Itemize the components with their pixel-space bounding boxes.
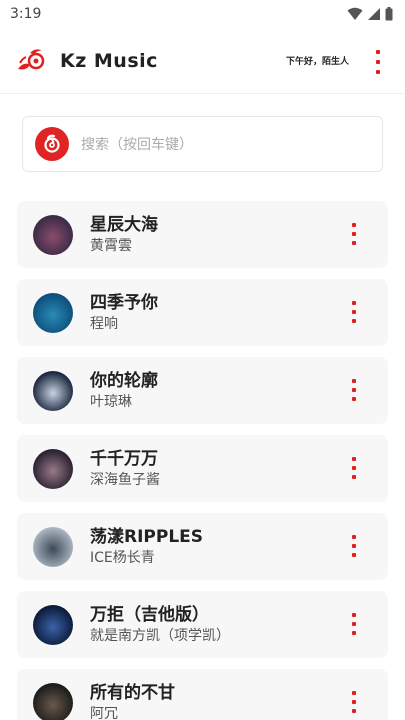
song-list-item[interactable]: 四季予你 程响 bbox=[17, 279, 388, 346]
song-list-item[interactable]: 荡漾RIPPLES ICE杨长青 bbox=[17, 513, 388, 580]
more-dots-icon bbox=[352, 544, 356, 548]
more-dots-icon bbox=[352, 388, 356, 392]
more-dots-icon bbox=[352, 223, 356, 227]
song-title: 你的轮廓 bbox=[90, 370, 158, 391]
song-list-item[interactable]: 星辰大海 黄霄雲 bbox=[17, 201, 388, 268]
album-cover bbox=[33, 448, 73, 489]
more-dots-icon bbox=[352, 232, 356, 236]
more-dots-icon bbox=[376, 70, 380, 74]
album-cover bbox=[33, 526, 73, 567]
song-title: 星辰大海 bbox=[90, 214, 158, 235]
search-input[interactable]: 搜索（按回车键） bbox=[22, 116, 383, 172]
more-dots-icon bbox=[352, 535, 356, 539]
song-artist: 深海鱼子酱 bbox=[90, 471, 160, 488]
song-text: 所有的不甘 阿冗 bbox=[90, 682, 175, 720]
song-text: 千千万万 深海鱼子酱 bbox=[90, 448, 160, 490]
song-text: 荡漾RIPPLES ICE杨长青 bbox=[90, 526, 203, 568]
song-title: 荡漾RIPPLES bbox=[90, 526, 204, 547]
wifi-icon bbox=[347, 7, 363, 20]
search-placeholder: 搜索（按回车键） bbox=[81, 137, 193, 153]
song-text: 星辰大海 黄霄雲 bbox=[90, 214, 158, 256]
song-more-button[interactable] bbox=[350, 379, 358, 401]
greeting-text: 下午好，陌生人 bbox=[285, 57, 349, 67]
more-dots-icon bbox=[352, 622, 356, 626]
song-title: 四季予你 bbox=[90, 292, 158, 313]
app-logo-icon bbox=[18, 48, 45, 69]
more-menu-button[interactable] bbox=[371, 50, 385, 74]
more-dots-icon bbox=[352, 613, 356, 617]
song-artist: ICE杨长青 bbox=[90, 549, 155, 566]
search-section: 搜索（按回车键） bbox=[0, 94, 405, 172]
song-more-button[interactable] bbox=[350, 301, 358, 323]
song-list-item[interactable]: 万拒（吉他版） 就是南方凯（项学凯） bbox=[17, 591, 388, 658]
song-title: 所有的不甘 bbox=[90, 682, 175, 703]
album-cover bbox=[33, 214, 73, 255]
app-header: Kz Music 下午好，陌生人 bbox=[0, 28, 405, 94]
song-list: 星辰大海黄霄雲四季予你程响你的轮廓叶琼琳千千万万深海鱼子酱荡漾RIPPLES IC… bbox=[17, 201, 388, 720]
song-artist: 就是南方凯（项学凯） bbox=[90, 627, 230, 644]
song-title: 千千万万 bbox=[90, 448, 158, 469]
cell-signal-icon bbox=[368, 8, 380, 20]
song-more-button[interactable] bbox=[350, 223, 358, 245]
song-text: 你的轮廓 叶琼琳 bbox=[90, 370, 158, 412]
more-dots-icon bbox=[376, 50, 380, 54]
more-dots-icon bbox=[352, 457, 356, 461]
more-dots-icon bbox=[352, 691, 356, 695]
more-dots-icon bbox=[352, 301, 356, 305]
song-list-item[interactable]: 所有的不甘 阿冗 bbox=[17, 669, 388, 720]
more-dots-icon bbox=[352, 475, 356, 479]
album-cover bbox=[33, 292, 73, 333]
more-dots-icon bbox=[352, 466, 356, 470]
album-cover bbox=[33, 370, 73, 411]
battery-icon bbox=[385, 7, 393, 21]
song-more-button[interactable] bbox=[350, 457, 358, 479]
album-cover bbox=[33, 682, 73, 720]
song-more-button[interactable] bbox=[350, 535, 358, 557]
status-icons bbox=[347, 7, 393, 21]
netease-music-icon bbox=[35, 127, 69, 161]
song-title: 万拒（吉他版） bbox=[90, 604, 209, 625]
song-more-button[interactable] bbox=[350, 691, 358, 713]
more-dots-icon bbox=[376, 60, 380, 64]
more-dots-icon bbox=[352, 379, 356, 383]
more-dots-icon bbox=[352, 319, 356, 323]
more-dots-icon bbox=[352, 241, 356, 245]
more-dots-icon bbox=[352, 310, 356, 314]
song-artist: 黄霄雲 bbox=[90, 237, 132, 254]
song-text: 四季予你 程响 bbox=[90, 292, 158, 334]
more-dots-icon bbox=[352, 709, 356, 713]
status-time: 3:19 bbox=[10, 6, 42, 22]
song-text: 万拒（吉他版） 就是南方凯（项学凯） bbox=[90, 604, 230, 646]
app-title: Kz Music bbox=[60, 49, 158, 72]
song-list-item[interactable]: 千千万万 深海鱼子酱 bbox=[17, 435, 388, 502]
song-artist: 阿冗 bbox=[90, 705, 118, 720]
more-dots-icon bbox=[352, 631, 356, 635]
song-more-button[interactable] bbox=[350, 613, 358, 635]
song-list-item[interactable]: 你的轮廓 叶琼琳 bbox=[17, 357, 388, 424]
album-cover bbox=[33, 604, 73, 645]
song-artist: 程响 bbox=[90, 315, 118, 332]
more-dots-icon bbox=[352, 700, 356, 704]
status-bar: 3:19 bbox=[0, 0, 405, 28]
more-dots-icon bbox=[352, 397, 356, 401]
more-dots-icon bbox=[352, 553, 356, 557]
song-artist: 叶琼琳 bbox=[90, 393, 132, 410]
